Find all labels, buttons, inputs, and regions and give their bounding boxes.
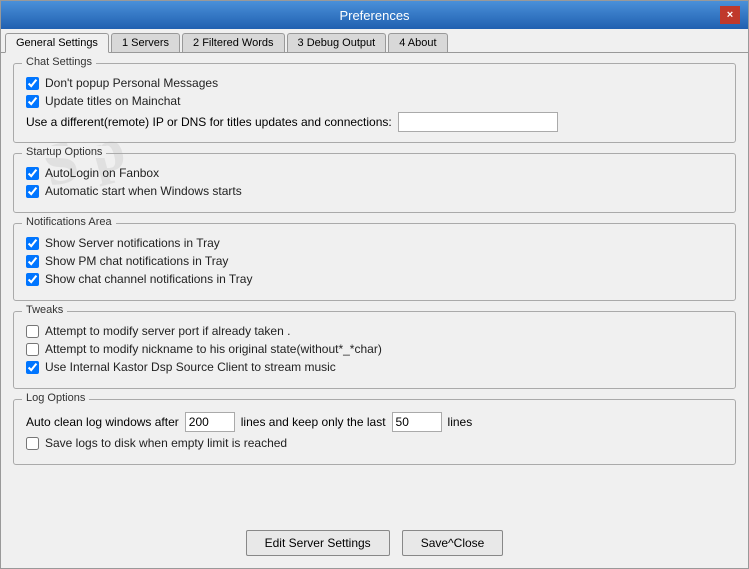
chat-settings-group: Chat Settings Don't popup Personal Messa… [13,63,736,143]
server-notif-checkbox[interactable] [26,237,39,250]
title-bar: Preferences × [1,1,748,29]
notifications-group: Notifications Area Show Server notificat… [13,223,736,301]
content-area: S p Chat Settings Don't popup Personal M… [1,53,748,522]
startup-options-label: Startup Options [22,146,106,158]
autologin-row: AutoLogin on Fanbox [26,166,723,180]
tweaks-label: Tweaks [22,304,67,316]
save-logs-checkbox[interactable] [26,437,39,450]
kastor-row: Use Internal Kastor Dsp Source Client to… [26,360,723,374]
pm-notif-label: Show PM chat notifications in Tray [45,254,228,268]
notifications-label: Notifications Area [22,216,116,228]
dont-popup-label: Don't popup Personal Messages [45,76,218,90]
pm-notif-checkbox[interactable] [26,255,39,268]
channel-notif-checkbox[interactable] [26,273,39,286]
modify-nick-label: Attempt to modify nickname to his origin… [45,342,382,356]
tab-general-settings[interactable]: General Settings [5,33,109,53]
server-notif-label: Show Server notifications in Tray [45,236,220,250]
modify-port-row: Attempt to modify server port if already… [26,324,723,338]
dont-popup-checkbox[interactable] [26,77,39,90]
ip-row: Use a different(remote) IP or DNS for ti… [26,112,723,132]
log-prefix: Auto clean log windows after [26,415,179,429]
chat-settings-label: Chat Settings [22,56,96,68]
log-middle: lines and keep only the last [241,415,386,429]
kastor-label: Use Internal Kastor Dsp Source Client to… [45,360,336,374]
update-titles-row: Update titles on Mainchat [26,94,723,108]
kastor-checkbox[interactable] [26,361,39,374]
autologin-checkbox[interactable] [26,167,39,180]
channel-notif-row: Show chat channel notifications in Tray [26,272,723,286]
ip-input[interactable] [398,112,558,132]
log-keep-input[interactable] [392,412,442,432]
tweaks-group: Tweaks Attempt to modify server port if … [13,311,736,389]
footer: Edit Server Settings Save^Close [1,522,748,568]
log-lines-input[interactable] [185,412,235,432]
close-button[interactable]: × [720,6,740,24]
auto-start-row: Automatic start when Windows starts [26,184,723,198]
log-auto-clean-row: Auto clean log windows after lines and k… [26,412,723,432]
dont-popup-row: Don't popup Personal Messages [26,76,723,90]
auto-start-checkbox[interactable] [26,185,39,198]
update-titles-label: Update titles on Mainchat [45,94,180,108]
modify-port-checkbox[interactable] [26,325,39,338]
save-close-button[interactable]: Save^Close [402,530,504,556]
modify-port-label: Attempt to modify server port if already… [45,324,290,338]
tab-filtered-words[interactable]: 2 Filtered Words [182,33,285,52]
auto-start-label: Automatic start when Windows starts [45,184,242,198]
window-title: Preferences [29,8,720,23]
channel-notif-label: Show chat channel notifications in Tray [45,272,252,286]
startup-options-group: Startup Options AutoLogin on Fanbox Auto… [13,153,736,213]
log-options-label: Log Options [22,392,89,404]
edit-server-button[interactable]: Edit Server Settings [246,530,390,556]
modify-nick-row: Attempt to modify nickname to his origin… [26,342,723,356]
log-options-group: Log Options Auto clean log windows after… [13,399,736,465]
tab-about[interactable]: 4 About [388,33,447,52]
autologin-label: AutoLogin on Fanbox [45,166,159,180]
ip-label: Use a different(remote) IP or DNS for ti… [26,115,392,129]
tab-debug-output[interactable]: 3 Debug Output [287,33,387,52]
preferences-window: Preferences × General Settings 1 Servers… [0,0,749,569]
save-logs-label: Save logs to disk when empty limit is re… [45,436,287,450]
update-titles-checkbox[interactable] [26,95,39,108]
log-suffix: lines [448,415,473,429]
pm-notif-row: Show PM chat notifications in Tray [26,254,723,268]
tab-bar: General Settings 1 Servers 2 Filtered Wo… [1,29,748,53]
modify-nick-checkbox[interactable] [26,343,39,356]
tab-servers[interactable]: 1 Servers [111,33,180,52]
save-logs-row: Save logs to disk when empty limit is re… [26,436,723,450]
server-notif-row: Show Server notifications in Tray [26,236,723,250]
